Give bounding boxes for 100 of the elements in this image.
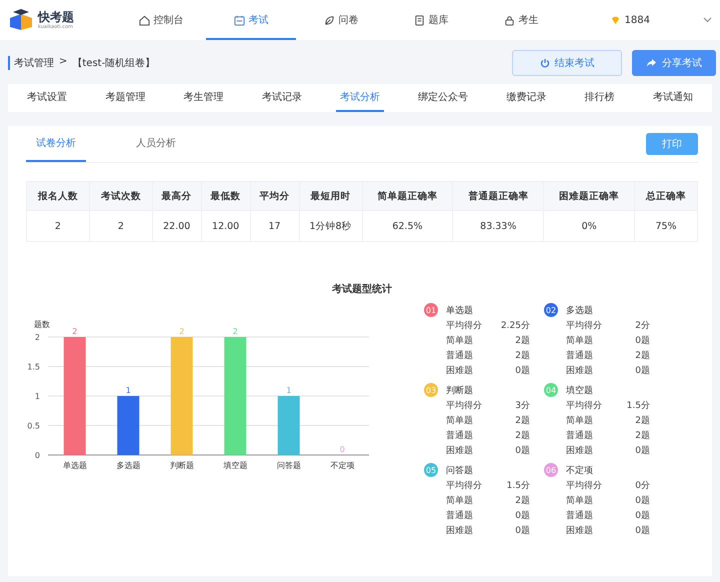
tab[interactable]: 考生管理 — [180, 84, 228, 112]
chevron-down-icon[interactable] — [703, 17, 712, 23]
axis-tick-label: 1.5 — [27, 362, 40, 372]
table-cell: 2 — [26, 210, 90, 242]
column-header: 困难题正确率 — [544, 182, 635, 210]
breadcrumb-separator: > — [59, 56, 68, 69]
stat-value: 3分 — [515, 400, 530, 412]
user-name[interactable]: 1884 — [624, 14, 650, 26]
bar — [278, 396, 300, 455]
brand-name: 快考题 — [38, 10, 74, 24]
axis-category-label: 单选题 — [62, 461, 87, 470]
stat-label: 简单题 — [446, 334, 473, 347]
stat-label: 简单题 — [446, 414, 473, 427]
home-icon — [138, 14, 150, 26]
stat-value: 1.5分 — [626, 400, 650, 412]
stat-label: 平均得分 — [566, 480, 602, 492]
stat-title: 填空题 — [566, 384, 593, 396]
column-header: 报名人数 — [26, 182, 90, 210]
column-header: 最高分 — [152, 182, 202, 210]
stat-label: 简单题 — [446, 494, 473, 507]
stat-value: 2题 — [635, 350, 650, 362]
stat-value: 2题 — [515, 430, 530, 442]
stat-title: 问答题 — [446, 464, 473, 476]
stat-value: 1.5分 — [506, 480, 530, 492]
nav-item[interactable]: 考试 — [206, 0, 296, 40]
number-badge: 06 — [544, 463, 558, 477]
table-cell: 2 — [89, 210, 152, 242]
stat-label: 困难题 — [446, 364, 473, 377]
stat-value: 2题 — [515, 350, 530, 362]
tab[interactable]: 排行榜 — [580, 84, 619, 112]
table-cell: 1分钟8秒 — [299, 210, 362, 242]
table-cell: 62.5% — [362, 210, 453, 242]
data-label: 2 — [72, 327, 78, 336]
column-header: 最短用时 — [299, 182, 362, 210]
stat-value: 0题 — [635, 444, 650, 457]
stat-value: 2分 — [635, 320, 650, 332]
axis-tick-label: 0.5 — [27, 422, 40, 430]
tab[interactable]: 考试设置 — [23, 84, 72, 112]
stat-label: 困难题 — [566, 364, 593, 377]
table-cell: 0% — [544, 210, 635, 242]
tab[interactable]: 考试分析 — [336, 84, 384, 112]
nav-item[interactable]: 考生 — [476, 0, 566, 40]
stat-label: 平均得分 — [566, 320, 602, 332]
stat-value: 0题 — [635, 510, 650, 522]
table-cell: 83.33% — [452, 210, 544, 242]
column-header: 总正确率 — [634, 182, 698, 210]
stat-label: 困难题 — [566, 444, 593, 457]
stat-value: 0题 — [635, 364, 650, 377]
tab[interactable]: 考题管理 — [101, 84, 150, 112]
axis-category-label: 填空题 — [223, 461, 248, 470]
stat-label: 简单题 — [566, 414, 593, 427]
axis-category-label: 不定项 — [330, 461, 354, 470]
stat-title: 单选题 — [446, 304, 473, 316]
stat-label: 困难题 — [566, 524, 593, 537]
tab[interactable]: 考试通知 — [648, 84, 697, 112]
data-label: 1 — [286, 386, 292, 395]
table-cell: 17 — [250, 210, 299, 242]
stat-label: 简单题 — [566, 494, 593, 507]
leaf-icon — [324, 14, 334, 26]
column-header: 平均分 — [250, 182, 299, 210]
axis-category-label: 判断题 — [170, 461, 194, 470]
axis-tick-label: 1 — [34, 392, 40, 401]
number-badge: 04 — [544, 383, 558, 397]
stat-value: 0分 — [635, 480, 650, 492]
axis-category-label: 多选题 — [116, 461, 140, 470]
logo-icon — [8, 8, 34, 32]
breadcrumb-link[interactable]: 考试管理 — [14, 56, 54, 70]
stat-value: 0题 — [515, 510, 530, 522]
stat-label: 平均得分 — [446, 320, 482, 332]
stat-title: 判断题 — [446, 384, 473, 396]
nav-item[interactable]: 控制台 — [116, 0, 206, 40]
stat-value: 2题 — [635, 430, 650, 442]
axis-title: 题数 — [34, 320, 50, 329]
table-cell: 12.00 — [201, 210, 250, 242]
table-cell: 75% — [634, 210, 698, 242]
stat-label: 简单题 — [566, 334, 593, 347]
tab[interactable]: 缴费记录 — [502, 84, 550, 112]
tab[interactable]: 试卷分析 — [26, 126, 86, 162]
stat-value: 0题 — [635, 494, 650, 507]
chart-title: 考试题型统计 — [331, 282, 393, 296]
stat-label: 困难题 — [446, 524, 473, 537]
axis-tick-label: 0 — [34, 451, 40, 460]
tab[interactable]: 考试记录 — [258, 84, 306, 112]
stat-label: 普通题 — [446, 349, 473, 362]
number-badge: 01 — [424, 303, 438, 317]
end-exam-button[interactable]: 结束考试 — [512, 50, 622, 76]
nav-item[interactable]: 题库 — [386, 0, 476, 40]
stat-label: 普通题 — [566, 349, 593, 362]
power-icon — [540, 58, 550, 68]
stat-value: 0题 — [515, 364, 530, 377]
column-header: 考试次数 — [89, 182, 152, 210]
tab[interactable]: 人员分析 — [126, 126, 186, 162]
column-header: 普通题正确率 — [452, 182, 544, 210]
stat-value: 2.25分 — [500, 320, 530, 332]
axis-category-label: 问答题 — [276, 461, 301, 470]
stat-label: 平均得分 — [446, 400, 482, 412]
number-badge: 02 — [544, 303, 558, 317]
table-cell: 22.00 — [152, 210, 202, 242]
tab[interactable]: 绑定公众号 — [414, 84, 472, 112]
nav-item[interactable]: 问卷 — [296, 0, 386, 40]
